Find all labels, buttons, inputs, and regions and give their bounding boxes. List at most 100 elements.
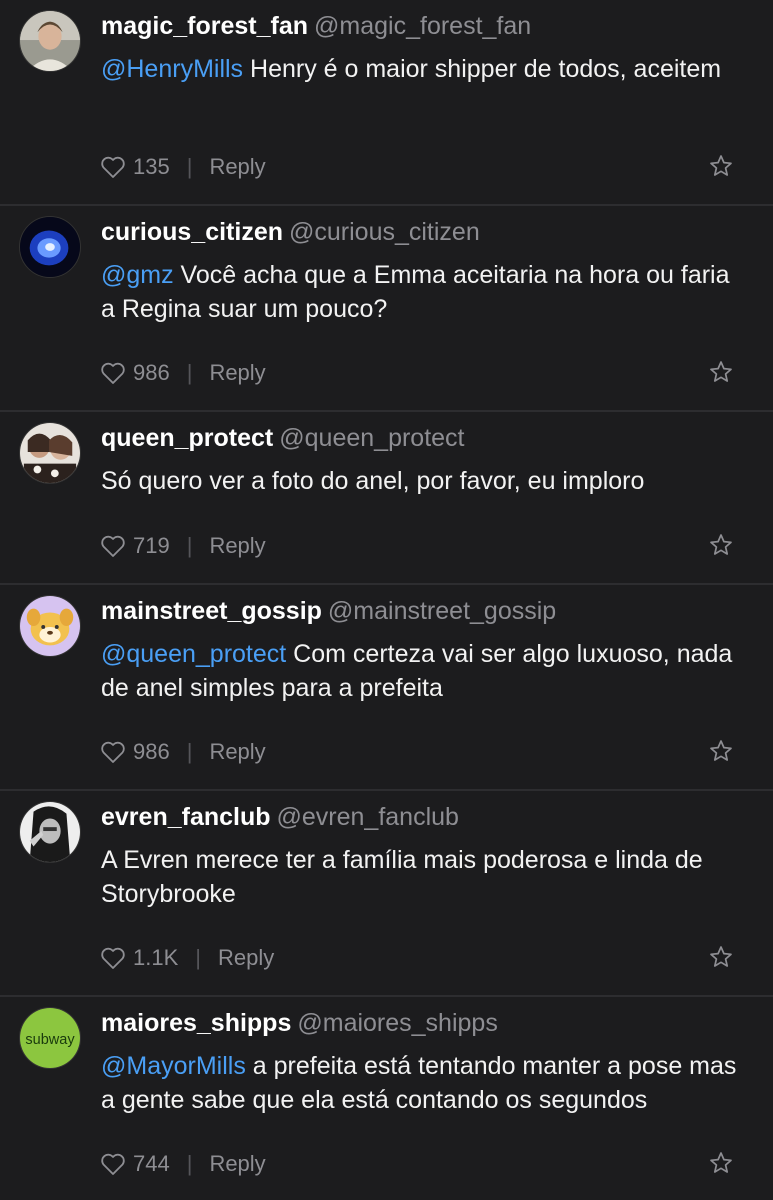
user-handle[interactable]: @queen_protect xyxy=(279,424,464,452)
comment-actions: 719 | Reply xyxy=(100,533,266,559)
heart-icon xyxy=(101,947,125,969)
like-count: 719 xyxy=(133,533,170,558)
user-handle[interactable]: @magic_forest_fan xyxy=(314,12,531,40)
mention-link[interactable]: @queen_protect xyxy=(101,640,286,668)
heart-icon xyxy=(101,741,125,763)
comment-header: queen_protect @queen_protect xyxy=(101,420,465,456)
comment-body: A Evren merece ter a família mais podero… xyxy=(101,846,703,908)
star-icon xyxy=(710,155,732,176)
comment-body: Henry é o maior shipper de todos, aceite… xyxy=(243,55,722,83)
avatar-photo-woman-bw-icon xyxy=(20,802,80,862)
star-icon xyxy=(710,534,732,555)
comment-header: maiores_shipps @maiores_shipps xyxy=(101,1005,498,1041)
heart-icon xyxy=(101,156,125,178)
reply-button[interactable]: Reply xyxy=(218,945,274,971)
username[interactable]: queen_protect xyxy=(101,424,273,452)
comment-body: Você acha que a Emma aceitaria na hora o… xyxy=(101,261,730,323)
like-button[interactable]: 1.1K xyxy=(100,945,178,971)
separator: | xyxy=(186,360,193,385)
like-count: 1.1K xyxy=(133,945,179,970)
comment-text: @HenryMills Henry é o maior shipper de t… xyxy=(101,52,749,86)
comment-text: @MayorMills a prefeita está tentando man… xyxy=(101,1049,749,1117)
reply-button[interactable]: Reply xyxy=(209,154,265,180)
comment-item: curious_citizen @curious_citizen @gmz Voc… xyxy=(0,206,773,412)
star-button[interactable] xyxy=(709,360,733,384)
separator: | xyxy=(186,1151,193,1176)
star-icon xyxy=(710,1152,732,1173)
comment-header: curious_citizen @curious_citizen xyxy=(101,214,480,250)
comment-actions: 135 | Reply xyxy=(100,154,266,180)
avatar-blue-glow-icon xyxy=(20,217,80,277)
comment-text: @gmz Você acha que a Emma aceitaria na h… xyxy=(101,258,749,326)
star-icon xyxy=(710,740,732,761)
reply-button[interactable]: Reply xyxy=(209,1151,265,1177)
avatar-logo-text: subway xyxy=(25,1032,75,1048)
comment-header: evren_fanclub @evren_fanclub xyxy=(101,799,459,835)
username[interactable]: maiores_shipps xyxy=(101,1009,291,1037)
mention-link[interactable]: @gmz xyxy=(101,261,174,289)
comment-body: Só quero ver a foto do anel, por favor, … xyxy=(101,467,645,495)
comment-actions: 986 | Reply xyxy=(100,739,266,765)
username[interactable]: evren_fanclub xyxy=(101,803,271,831)
comment-item: mainstreet_gossip @mainstreet_gossip @que… xyxy=(0,585,773,791)
heart-icon xyxy=(101,362,125,384)
comment-header: magic_forest_fan @magic_forest_fan xyxy=(101,8,531,44)
avatar-photo-women-icon xyxy=(20,423,80,483)
star-button[interactable] xyxy=(709,154,733,178)
comment-text: Só quero ver a foto do anel, por favor, … xyxy=(101,464,749,498)
comment-item: magic_forest_fan @magic_forest_fan @Henry… xyxy=(0,0,773,206)
username[interactable]: curious_citizen xyxy=(101,218,283,246)
avatar[interactable]: subway xyxy=(19,1007,81,1069)
avatar-subway-logo-icon: subway xyxy=(20,1008,80,1068)
star-icon xyxy=(710,361,732,382)
mention-link[interactable]: @HenryMills xyxy=(101,55,243,83)
like-count: 986 xyxy=(133,360,170,385)
user-handle[interactable]: @maiores_shipps xyxy=(297,1009,497,1037)
comment-item: queen_protect @queen_protect Só quero ver… xyxy=(0,412,773,585)
star-button[interactable] xyxy=(709,533,733,557)
like-button[interactable]: 744 xyxy=(100,1151,170,1177)
heart-icon xyxy=(101,1153,125,1175)
comment-header: mainstreet_gossip @mainstreet_gossip xyxy=(101,593,556,629)
comment-actions: 744 | Reply xyxy=(100,1151,266,1177)
reply-button[interactable]: Reply xyxy=(209,533,265,559)
separator: | xyxy=(186,739,193,764)
like-button[interactable]: 986 xyxy=(100,360,170,386)
comment-item: subway maiores_shipps @maiores_shipps @Ma… xyxy=(0,997,773,1200)
like-button[interactable]: 135 xyxy=(100,154,170,180)
user-handle[interactable]: @mainstreet_gossip xyxy=(328,597,556,625)
avatar[interactable] xyxy=(19,422,81,484)
user-handle[interactable]: @evren_fanclub xyxy=(277,803,459,831)
avatar[interactable] xyxy=(19,595,81,657)
reply-button[interactable]: Reply xyxy=(209,360,265,386)
comment-text: @queen_protect Com certeza vai ser algo … xyxy=(101,637,749,705)
avatar[interactable] xyxy=(19,216,81,278)
star-button[interactable] xyxy=(709,739,733,763)
comment-actions: 986 | Reply xyxy=(100,360,266,386)
comment-item: evren_fanclub @evren_fanclub A Evren mere… xyxy=(0,791,773,997)
avatar[interactable] xyxy=(19,801,81,863)
like-button[interactable]: 986 xyxy=(100,739,170,765)
comment-actions: 1.1K | Reply xyxy=(100,945,274,971)
comment-text: A Evren merece ter a família mais podero… xyxy=(101,843,749,911)
reply-button[interactable]: Reply xyxy=(209,739,265,765)
heart-icon xyxy=(101,535,125,557)
separator: | xyxy=(186,533,193,558)
star-button[interactable] xyxy=(709,945,733,969)
separator: | xyxy=(195,945,201,970)
star-icon xyxy=(710,946,732,967)
like-count: 744 xyxy=(133,1151,170,1176)
avatar-cartoon-dog-icon xyxy=(20,596,80,656)
like-button[interactable]: 719 xyxy=(100,533,170,559)
avatar[interactable] xyxy=(19,10,81,72)
star-button[interactable] xyxy=(709,1151,733,1175)
username[interactable]: magic_forest_fan xyxy=(101,12,308,40)
like-count: 135 xyxy=(133,154,170,179)
like-count: 986 xyxy=(133,739,170,764)
comment-feed: magic_forest_fan @magic_forest_fan @Henry… xyxy=(0,0,773,1200)
mention-link[interactable]: @MayorMills xyxy=(101,1052,246,1080)
separator: | xyxy=(186,154,193,179)
username[interactable]: mainstreet_gossip xyxy=(101,597,322,625)
user-handle[interactable]: @curious_citizen xyxy=(289,218,480,246)
avatar-photo-man-icon xyxy=(20,11,80,71)
